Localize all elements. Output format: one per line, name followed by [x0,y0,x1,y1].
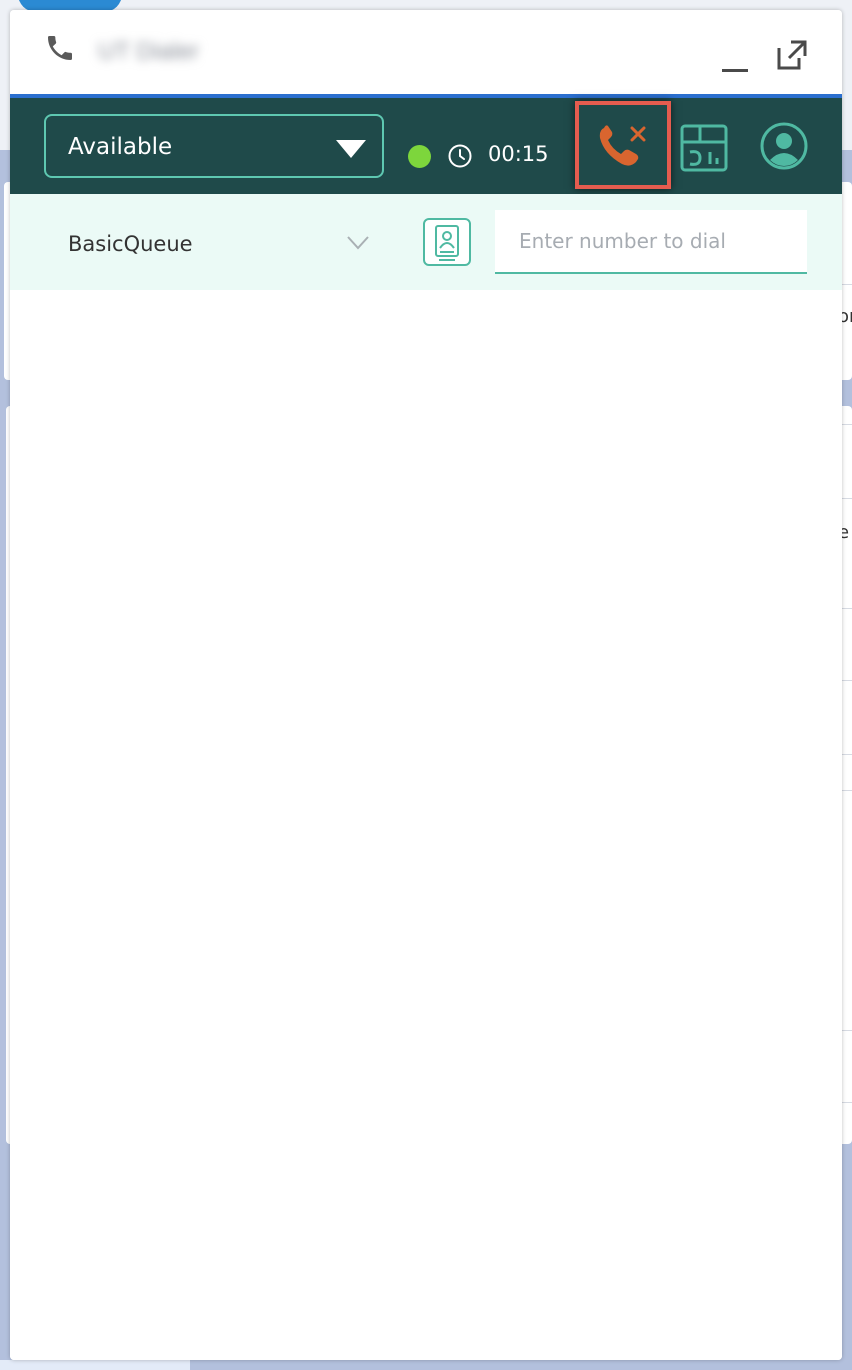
phone-x-icon[interactable] [596,124,652,170]
minimize-icon[interactable] [718,44,752,78]
dial-number-input[interactable] [495,210,807,274]
queue-dropdown[interactable]: BasicQueue [40,216,380,268]
phone-icon [44,32,76,64]
agent-toolbar: Available 00:15 [10,98,842,194]
host-page-strip [0,1360,190,1370]
popout-icon[interactable] [775,38,809,72]
caret-down-icon [336,140,366,158]
window-title: UT Dialer [98,38,199,65]
call-content-area [10,290,842,1360]
status-timer: 00:15 [488,142,549,166]
reports-icon[interactable] [678,122,730,174]
contact-card-icon[interactable] [423,218,471,266]
status-dropdown-value: Available [68,134,173,160]
clock-icon [447,143,473,169]
user-avatar-icon[interactable] [758,120,810,172]
title-bar: UT Dialer [10,10,842,94]
softphone-panel: UT Dialer Available 00:15 BasicQueue Ent… [10,10,842,1360]
dial-bar: BasicQueue [10,194,842,290]
queue-dropdown-value: BasicQueue [68,232,193,256]
status-indicator-dot [408,145,431,168]
chevron-down-icon [346,234,370,252]
status-dropdown[interactable]: Available [44,114,384,178]
